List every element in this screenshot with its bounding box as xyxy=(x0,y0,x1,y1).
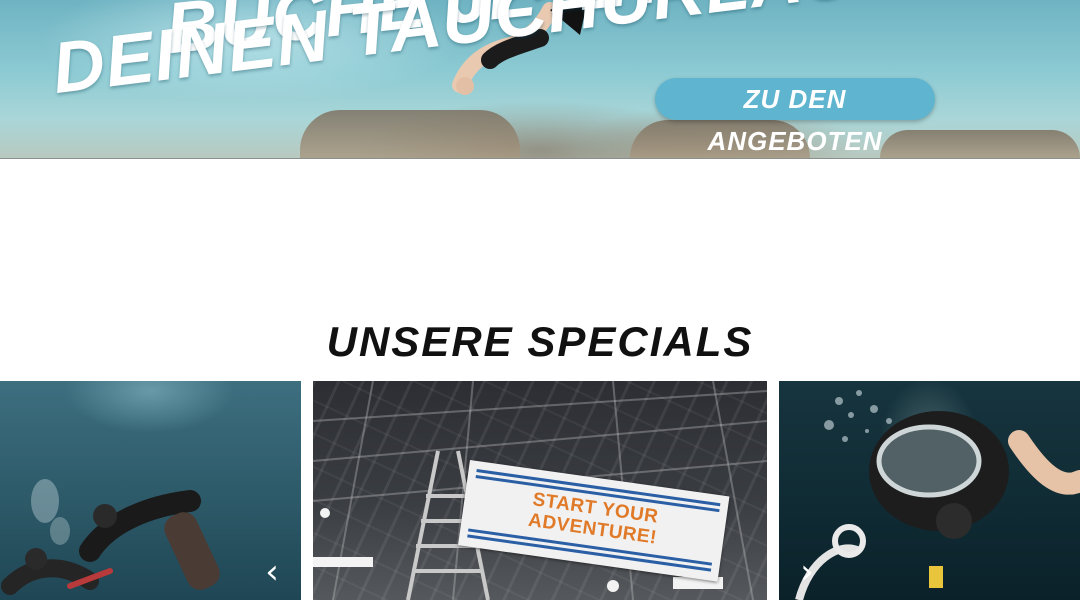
carousel-next-icon[interactable]: › xyxy=(792,555,822,589)
hero-rocks xyxy=(300,110,520,158)
special-card-divers[interactable] xyxy=(0,381,301,600)
specials-heading: Unsere Specials xyxy=(326,318,754,365)
hero-rocks xyxy=(880,130,1080,158)
diver-ok-image xyxy=(795,390,1080,600)
offers-button[interactable]: Zu den Angeboten xyxy=(655,78,935,156)
hero-banner: Buche jetzt deinen Tauchurlaub Zu den An… xyxy=(0,0,1080,159)
divers-image xyxy=(1,479,220,595)
carousel-prev-icon[interactable]: ‹ xyxy=(257,555,287,589)
special-card-diver-ok[interactable] xyxy=(779,381,1080,600)
